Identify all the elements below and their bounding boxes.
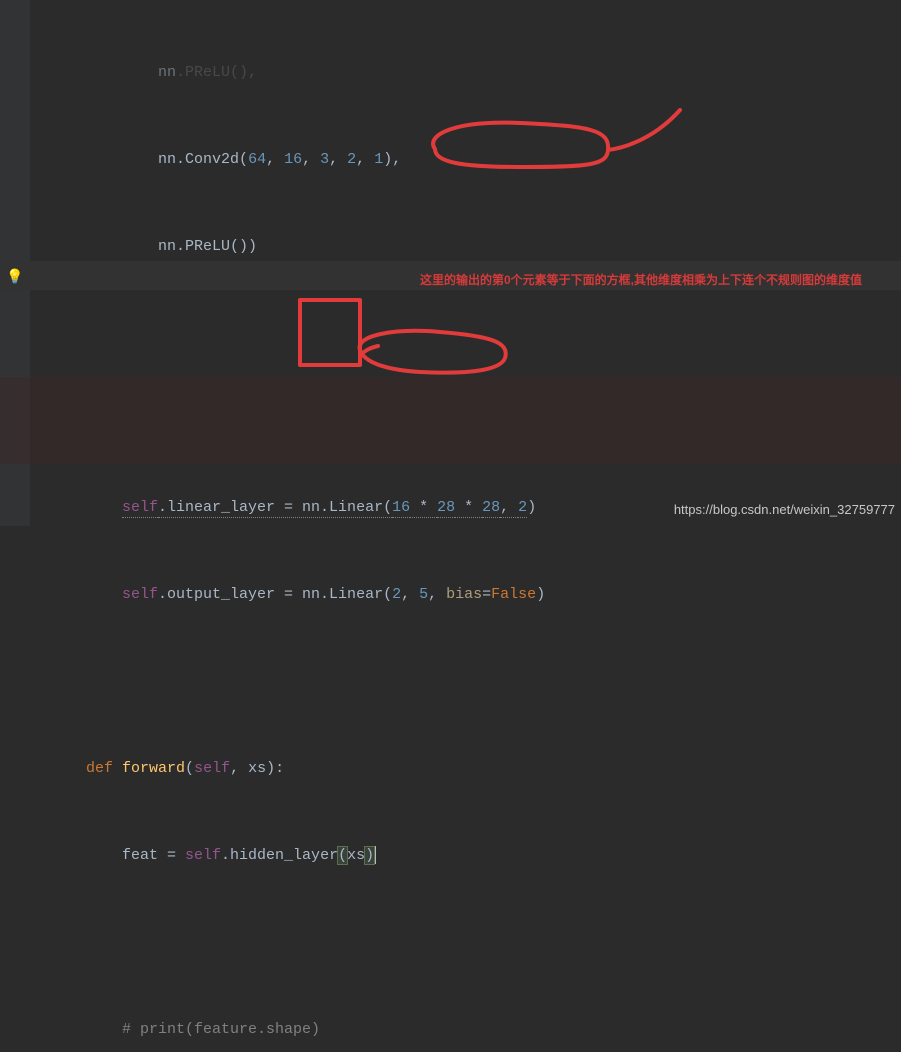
annotation-text: 这里的输出的第0个元素等于下面的方框,其他维度相乘为上下连个不规则图的维度值 [420,266,862,295]
text-cursor [375,846,376,864]
code-line[interactable]: self.output_layer = nn.Linear(2, 5, bias… [50,580,901,609]
code-line-blank[interactable] [50,319,901,348]
code-editor[interactable]: 💡 nn.PReLU(), nn.Conv2d(64, 16, 3, 2, 1)… [0,0,901,1052]
code-line[interactable]: nn.PReLU(), [50,58,901,87]
code-line-blank[interactable] [50,406,901,435]
code-line[interactable]: feat = self.hidden_layer(xs) [50,841,901,870]
code-line-blank[interactable] [50,928,901,957]
code-line[interactable]: def forward(self, xs): [50,754,901,783]
watermark: https://blog.csdn.net/weixin_32759777 [674,495,895,524]
code-area[interactable]: nn.PReLU(), nn.Conv2d(64, 16, 3, 2, 1), … [40,0,901,1052]
code-line[interactable]: nn.Conv2d(64, 16, 3, 2, 1), [50,145,901,174]
intention-bulb-icon[interactable]: 💡 [6,264,22,280]
code-line[interactable]: nn.PReLU()) [50,232,901,261]
code-line[interactable]: # print(feature.shape) [50,1015,901,1044]
code-line-blank[interactable] [50,667,901,696]
